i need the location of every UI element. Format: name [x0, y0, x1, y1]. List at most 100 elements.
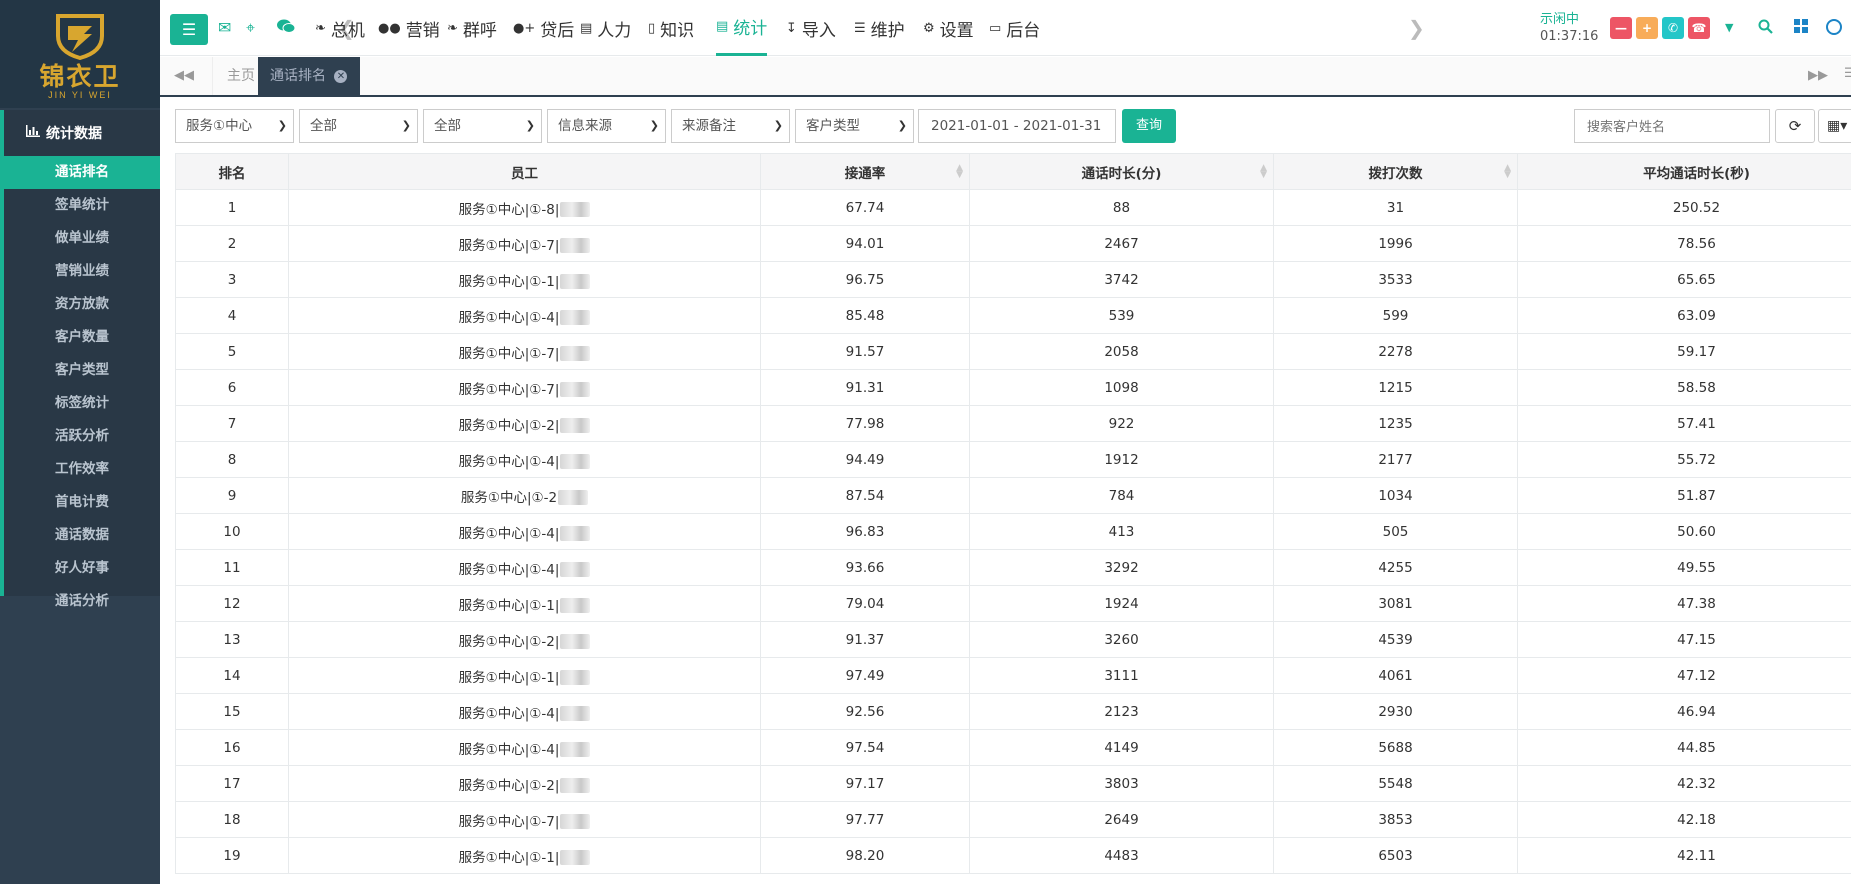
redacted-name	[560, 346, 591, 361]
top-menu-item-2[interactable]: ●● 营销	[378, 0, 440, 56]
user-circle-icon[interactable]	[1826, 19, 1842, 39]
table-row[interactable]: 16 服务①中心|①-4| 97.54 4149 5688 44.85	[175, 729, 1851, 766]
top-menu-label: 贷后	[540, 20, 575, 41]
sort-icon[interactable]: ▲ ▼	[1260, 164, 1267, 180]
sidebar-item-8[interactable]: 标签统计	[4, 387, 160, 420]
cell-duration-value: 3111	[1104, 667, 1139, 684]
date-range-input[interactable]: 2021-01-01 - 2021-01-31	[918, 109, 1116, 143]
menu-scroll-right-icon[interactable]: ❯	[1408, 16, 1425, 40]
query-button[interactable]: 查询	[1122, 109, 1176, 143]
sidebar-item-11[interactable]: 首电计费	[4, 486, 160, 519]
table-row[interactable]: 9 服务①中心|①-2 87.54 784 1034 51.87	[175, 477, 1851, 514]
cell-dials-value: 599	[1382, 307, 1409, 324]
table-row[interactable]: 2 服务①中心|①-7| 94.01 2467 1996 78.56	[175, 225, 1851, 262]
cell-employee-value: 服务①中心|①-7|	[458, 345, 560, 362]
table-row[interactable]: 18 服务①中心|①-7| 97.77 2649 3853 42.18	[175, 801, 1851, 838]
sidebar-item-2[interactable]: 签单统计	[4, 189, 160, 222]
sidebar-item-7[interactable]: 客户类型	[4, 354, 160, 387]
busy-button[interactable]: —	[1610, 17, 1632, 39]
top-menu-item-5[interactable]: ▤ 人力	[580, 0, 631, 56]
table-row[interactable]: 5 服务①中心|①-7| 91.57 2058 2278 59.17	[175, 333, 1851, 370]
column-header-3[interactable]: 接通率 ▲ ▼	[760, 153, 970, 190]
customer-search-input[interactable]	[1574, 109, 1770, 143]
sidebar-item-1[interactable]: 通话排名	[4, 156, 160, 189]
cell-employee: 服务①中心|①-8|	[288, 189, 761, 226]
top-menu-item-10[interactable]: ⚙ 设置	[923, 0, 974, 56]
crosshair-icon[interactable]: ⌖	[246, 18, 255, 38]
cell-avg: 59.17	[1517, 333, 1851, 370]
department-select[interactable]: 全部 ❯	[299, 109, 418, 143]
close-icon[interactable]: ✕	[334, 69, 348, 83]
group-select[interactable]: 全部 ❯	[423, 109, 542, 143]
sidebar-item-13[interactable]: 好人好事	[4, 552, 160, 585]
top-menu-item-8[interactable]: ↧ 导入	[786, 0, 836, 56]
sort-icon[interactable]: ▲ ▼	[1504, 164, 1511, 180]
column-header-5[interactable]: 拨打次数 ▲ ▼	[1273, 153, 1518, 190]
menu-toggle-button[interactable]: ☰	[170, 14, 208, 45]
tabs-scroll-right-icon[interactable]: ▶▶	[1808, 68, 1828, 83]
cell-employee: 服务①中心|①-7|	[288, 369, 761, 406]
table-row[interactable]: 13 服务①中心|①-2| 91.37 3260 4539 47.15	[175, 621, 1851, 658]
table-row[interactable]: 8 服务①中心|①-4| 94.49 1912 2177 55.72	[175, 441, 1851, 478]
top-menu-item-4[interactable]: ●+ 贷后	[513, 0, 574, 56]
cell-dials-value: 1996	[1378, 235, 1413, 252]
table-row[interactable]: 3 服务①中心|①-1| 96.75 3742 3533 65.65	[175, 261, 1851, 298]
cell-employee-value: 服务①中心|①-7|	[458, 237, 560, 254]
source-note-select[interactable]: 来源备注 ❯	[671, 109, 790, 143]
sidebar-item-6[interactable]: 客户数量	[4, 321, 160, 354]
hangup-button[interactable]: ☎	[1688, 17, 1710, 39]
column-header-label: 拨打次数	[1368, 165, 1423, 182]
close-tabs-icon[interactable]: ☰	[1844, 66, 1851, 81]
search-icon[interactable]	[1758, 19, 1773, 38]
sidebar-item-4[interactable]: 营销业绩	[4, 255, 160, 288]
table-row[interactable]: 15 服务①中心|①-4| 92.56 2123 2930 46.94	[175, 693, 1851, 730]
top-menu-label: 统计	[733, 19, 768, 39]
tabs-scroll-left-icon[interactable]: ◀◀	[174, 68, 194, 83]
brand-name-en: JIN YI WEI	[48, 90, 112, 100]
table-row[interactable]: 11 服务①中心|①-4| 93.66 3292 4255 49.55	[175, 549, 1851, 586]
top-menu-item-9[interactable]: ☰ 维护	[854, 0, 905, 56]
sidebar-item-5[interactable]: 资方放款	[4, 288, 160, 321]
table-row[interactable]: 10 服务①中心|①-4| 96.83 413 505 50.60	[175, 513, 1851, 550]
sidebar-item-3[interactable]: 做单业绩	[4, 222, 160, 255]
sidebar-item-12[interactable]: 通话数据	[4, 519, 160, 552]
sidebar-item-9[interactable]: 活跃分析	[4, 420, 160, 453]
top-menu-item-3[interactable]: ❧ 群呼	[447, 0, 497, 56]
cell-avg: 42.32	[1517, 765, 1851, 802]
center-select[interactable]: 服务①中心 ❯	[175, 109, 294, 143]
add-button[interactable]: +	[1636, 17, 1658, 39]
table-row[interactable]: 17 服务①中心|①-2| 97.17 3803 5548 42.32	[175, 765, 1851, 802]
refresh-button[interactable]: ⟳	[1775, 109, 1815, 143]
column-header-4[interactable]: 通话时长(分) ▲ ▼	[969, 153, 1274, 190]
top-menu-item-6[interactable]: ▯ 知识	[648, 0, 694, 56]
nav-section-title[interactable]: 统计数据	[4, 110, 160, 156]
info-source-select[interactable]: 信息来源 ❯	[547, 109, 666, 143]
th-grid-icon: ▦▾	[1827, 118, 1848, 134]
call-button[interactable]: ✆	[1662, 17, 1684, 39]
table-row[interactable]: 14 服务①中心|①-1| 97.49 3111 4061 47.12	[175, 657, 1851, 694]
tab-call-ranking[interactable]: 通话排名 ✕	[258, 57, 360, 95]
table-row[interactable]: 19 服务①中心|①-1| 98.20 4483 6503 42.11	[175, 837, 1851, 874]
table-row[interactable]: 7 服务①中心|①-2| 77.98 922 1235 57.41	[175, 405, 1851, 442]
cell-avg-value: 65.65	[1677, 271, 1716, 288]
table-row[interactable]: 4 服务①中心|①-4| 85.48 539 599 63.09	[175, 297, 1851, 334]
shield-logo-icon	[56, 14, 104, 60]
columns-toggle-button[interactable]: ▦▾	[1818, 109, 1851, 143]
top-menu-item-11[interactable]: ▭ 后台	[989, 0, 1040, 56]
grid-icon[interactable]	[1794, 19, 1808, 37]
caret-down-icon[interactable]: ▼	[1725, 21, 1733, 34]
top-menu-label: 知识	[660, 20, 695, 41]
table-row[interactable]: 1 服务①中心|①-8| 67.74 88 31 250.52	[175, 189, 1851, 226]
sidebar-item-10[interactable]: 工作效率	[4, 453, 160, 486]
wechat-icon[interactable]	[276, 18, 296, 39]
table-row[interactable]: 6 服务①中心|①-7| 91.31 1098 1215 58.58	[175, 369, 1851, 406]
cell-rank: 13	[175, 621, 289, 658]
cell-avg: 46.94	[1517, 693, 1851, 730]
envelope-icon[interactable]: ✉	[218, 18, 231, 38]
sidebar-item-14[interactable]: 通话分析	[4, 585, 160, 618]
table-row[interactable]: 12 服务①中心|①-1| 79.04 1924 3081 47.38	[175, 585, 1851, 622]
sort-icon[interactable]: ▲ ▼	[956, 164, 963, 180]
top-menu-item-7[interactable]: ▤ 统计	[716, 0, 768, 56]
top-menu-item-1[interactable]: ❧ 总机	[315, 0, 365, 56]
customer-type-select[interactable]: 客户类型 ❯	[795, 109, 914, 143]
